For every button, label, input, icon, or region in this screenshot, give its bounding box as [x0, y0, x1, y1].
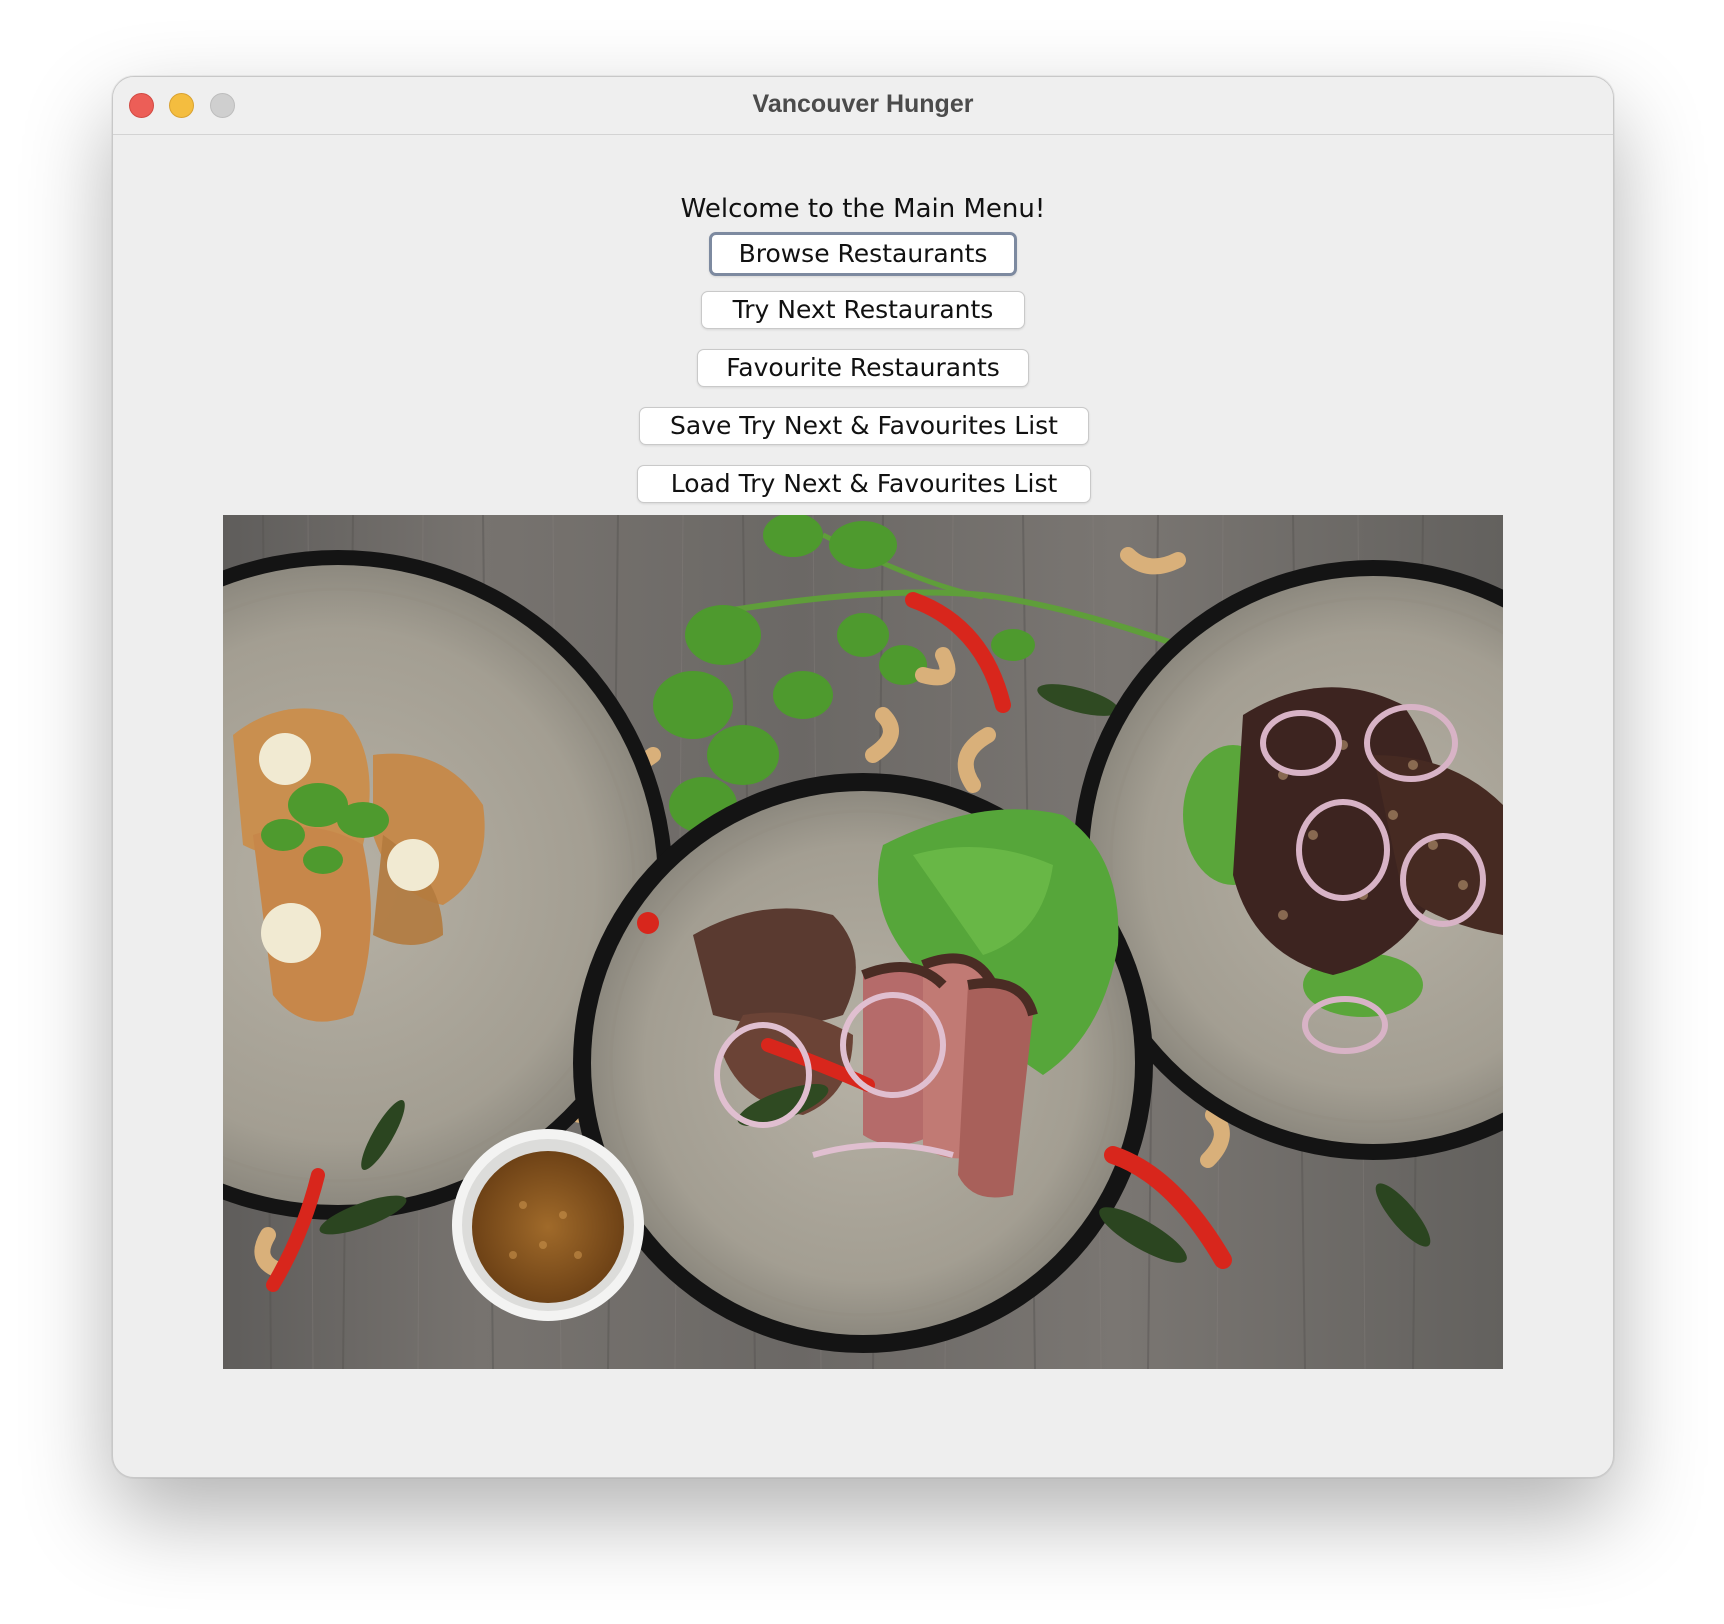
try-next-restaurants-button[interactable]: Try Next Restaurants [701, 291, 1025, 329]
title-bar[interactable]: Vancouver Hunger [113, 77, 1613, 135]
welcome-label: Welcome to the Main Menu! [680, 194, 1046, 224]
favourite-restaurants-button[interactable]: Favourite Restaurants [697, 349, 1029, 387]
app-window: Vancouver Hunger Welcome to the Main Men… [112, 76, 1614, 1478]
browse-restaurants-button[interactable]: Browse Restaurants [709, 232, 1017, 276]
food-image [223, 515, 1503, 1369]
save-lists-button[interactable]: Save Try Next & Favourites List [639, 407, 1089, 445]
window-title: Vancouver Hunger [752, 90, 974, 118]
load-lists-button[interactable]: Load Try Next & Favourites List [637, 465, 1091, 503]
